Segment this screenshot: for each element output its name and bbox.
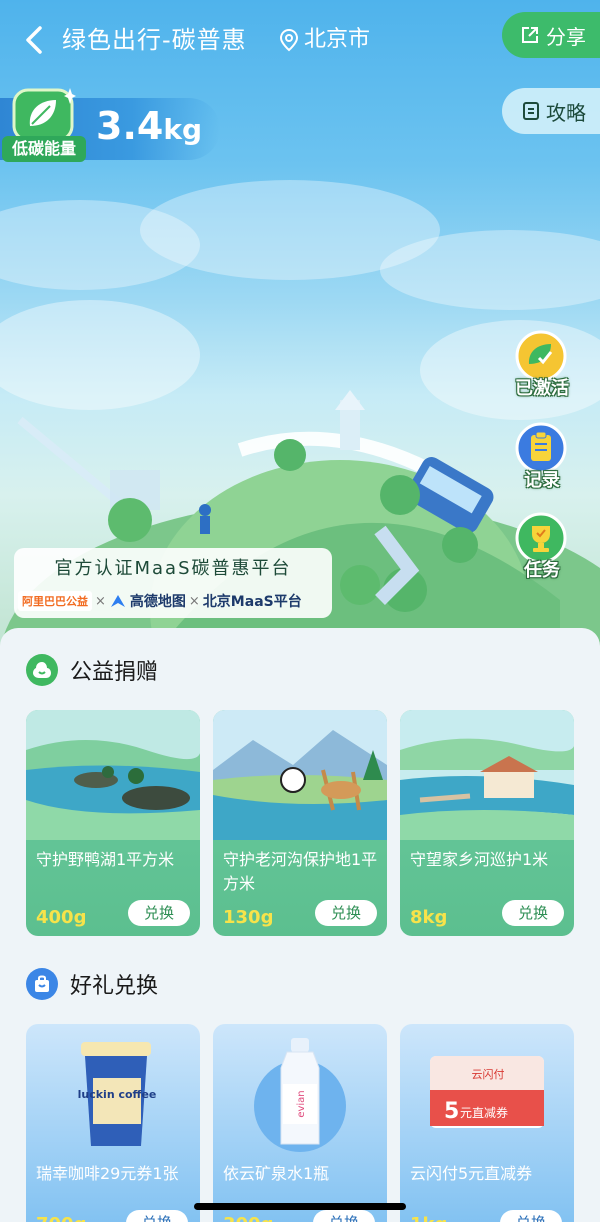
charity-section-title: 公益捐赠	[70, 660, 159, 685]
gift-name: 依云矿泉水1瓶	[223, 1164, 330, 1183]
partner-beijing-maas: 北京MaaS平台	[202, 594, 302, 610]
evian-bottle-image: evian	[254, 1038, 346, 1152]
share-icon	[522, 27, 538, 43]
charity-section-header: 公益捐赠	[26, 652, 158, 688]
partner-separator: ×	[188, 593, 200, 609]
home-indicator[interactable]	[194, 1203, 406, 1210]
record-button[interactable]: 记录	[510, 422, 574, 506]
card-price: 130g	[223, 907, 274, 928]
luckin-brand: luckin coffee	[78, 1088, 157, 1101]
redeem-button[interactable]: 兑换	[315, 900, 377, 926]
task-label: 任务	[524, 560, 560, 581]
charity-icon	[26, 654, 58, 686]
charity-card-hometown-river[interactable]: 守望家乡河巡护1米 8kg 兑换	[400, 710, 574, 936]
activated-label: 已激活	[515, 378, 569, 399]
coupon-text: 元直减券	[460, 1105, 508, 1120]
guide-label: 攻略	[546, 100, 586, 125]
energy-unit: kg	[163, 113, 202, 146]
carbon-energy-display: 低碳能量 3.4kg	[0, 86, 230, 168]
city-selector[interactable]: 北京市	[304, 22, 370, 58]
card-name: 守护野鸭湖1平方米	[36, 850, 175, 869]
gift-price: 700g	[36, 1214, 86, 1222]
duck-lake-illustration	[26, 710, 200, 840]
partner-separator: ×	[95, 593, 106, 609]
energy-value: 3.4kg	[96, 102, 202, 154]
amap-logo-icon	[110, 595, 125, 607]
partner-alibaba-philanthropy: 阿里巴巴公益	[18, 591, 92, 611]
share-button[interactable]: 分享	[502, 12, 600, 58]
content-panel: 公益捐赠 守护野鸭湖1平方米 400g 兑换 守护老河沟保护地1平方米 130g…	[0, 628, 600, 1222]
coupon-amount: 5	[444, 1099, 459, 1124]
gift-price: 1kg	[410, 1214, 447, 1222]
charity-card-duck-lake[interactable]: 守护野鸭湖1平方米 400g 兑换	[26, 710, 200, 936]
gift-name: 云闪付5元直减券	[410, 1164, 533, 1183]
energy-number: 3.4	[96, 104, 164, 148]
top-bar: 绿色出行-碳普惠 北京市 分享 攻略	[0, 12, 600, 134]
gift-price: 300g	[223, 1214, 273, 1222]
share-label: 分享	[546, 24, 586, 49]
gift-bag-icon	[26, 968, 58, 1000]
laohegou-illustration	[213, 710, 387, 840]
gift-name: 瑞幸咖啡29元券1张	[36, 1164, 179, 1183]
unionpay-brand: 云闪付	[472, 1067, 505, 1081]
charity-card-laohegou[interactable]: 守护老河沟保护地1平方米 130g 兑换	[213, 710, 387, 936]
redeem-button[interactable]: 兑换	[313, 1210, 375, 1222]
partner-amap: 高德地图	[129, 594, 186, 610]
redeem-button[interactable]: 兑换	[126, 1210, 188, 1222]
gift-card-evian[interactable]: evian 依云矿泉水1瓶 300g 兑换	[213, 1024, 387, 1222]
redeem-button[interactable]: 兑换	[500, 1210, 562, 1222]
gifts-section-title: 好礼兑换	[70, 974, 159, 999]
gifts-section-header: 好礼兑换	[26, 966, 158, 1002]
record-label: 记录	[524, 470, 560, 491]
card-name: 守望家乡河巡护1米	[410, 850, 549, 869]
card-price: 8kg	[410, 907, 448, 928]
location-pin-icon	[279, 28, 299, 52]
energy-label: 低碳能量	[2, 136, 86, 162]
maas-partners: 阿里巴巴公益 × 高德地图 × 北京MaaS平台	[18, 588, 330, 614]
page-title: 绿色出行-碳普惠	[62, 26, 247, 54]
hero-banner: 绿色出行-碳普惠 北京市 分享 攻略 低碳能量 3.4kg 已激活 记录 任务 …	[0, 0, 600, 660]
maas-title: 官方认证MaaS碳普惠平台	[54, 558, 292, 579]
back-arrow-icon[interactable]	[18, 22, 50, 58]
card-name: 守护老河沟保护地1平方米	[223, 850, 378, 893]
luckin-cup-image: luckin coffee	[78, 1042, 157, 1146]
maas-certification-badge: 官方认证MaaS碳普惠平台 阿里巴巴公益 × 高德地图 × 北京MaaS平台	[14, 548, 332, 618]
activated-button[interactable]: 已激活	[510, 330, 574, 414]
unionpay-coupon-image: 云闪付 5 元直减券	[430, 1056, 544, 1128]
redeem-button[interactable]: 兑换	[502, 900, 564, 926]
evian-brand: evian	[296, 1090, 307, 1117]
document-icon	[523, 102, 539, 120]
gift-card-luckin[interactable]: luckin coffee 瑞幸咖啡29元券1张 700g 兑换	[26, 1024, 200, 1222]
hometown-river-illustration	[400, 710, 574, 840]
redeem-button[interactable]: 兑换	[128, 900, 190, 926]
guide-button[interactable]: 攻略	[502, 88, 600, 134]
leaf-badge-icon	[12, 88, 76, 142]
task-button[interactable]: 任务	[510, 512, 574, 596]
card-price: 400g	[36, 907, 87, 928]
gift-card-unionpay[interactable]: 云闪付 5 元直减券 云闪付5元直减券 1kg 兑换	[400, 1024, 574, 1222]
